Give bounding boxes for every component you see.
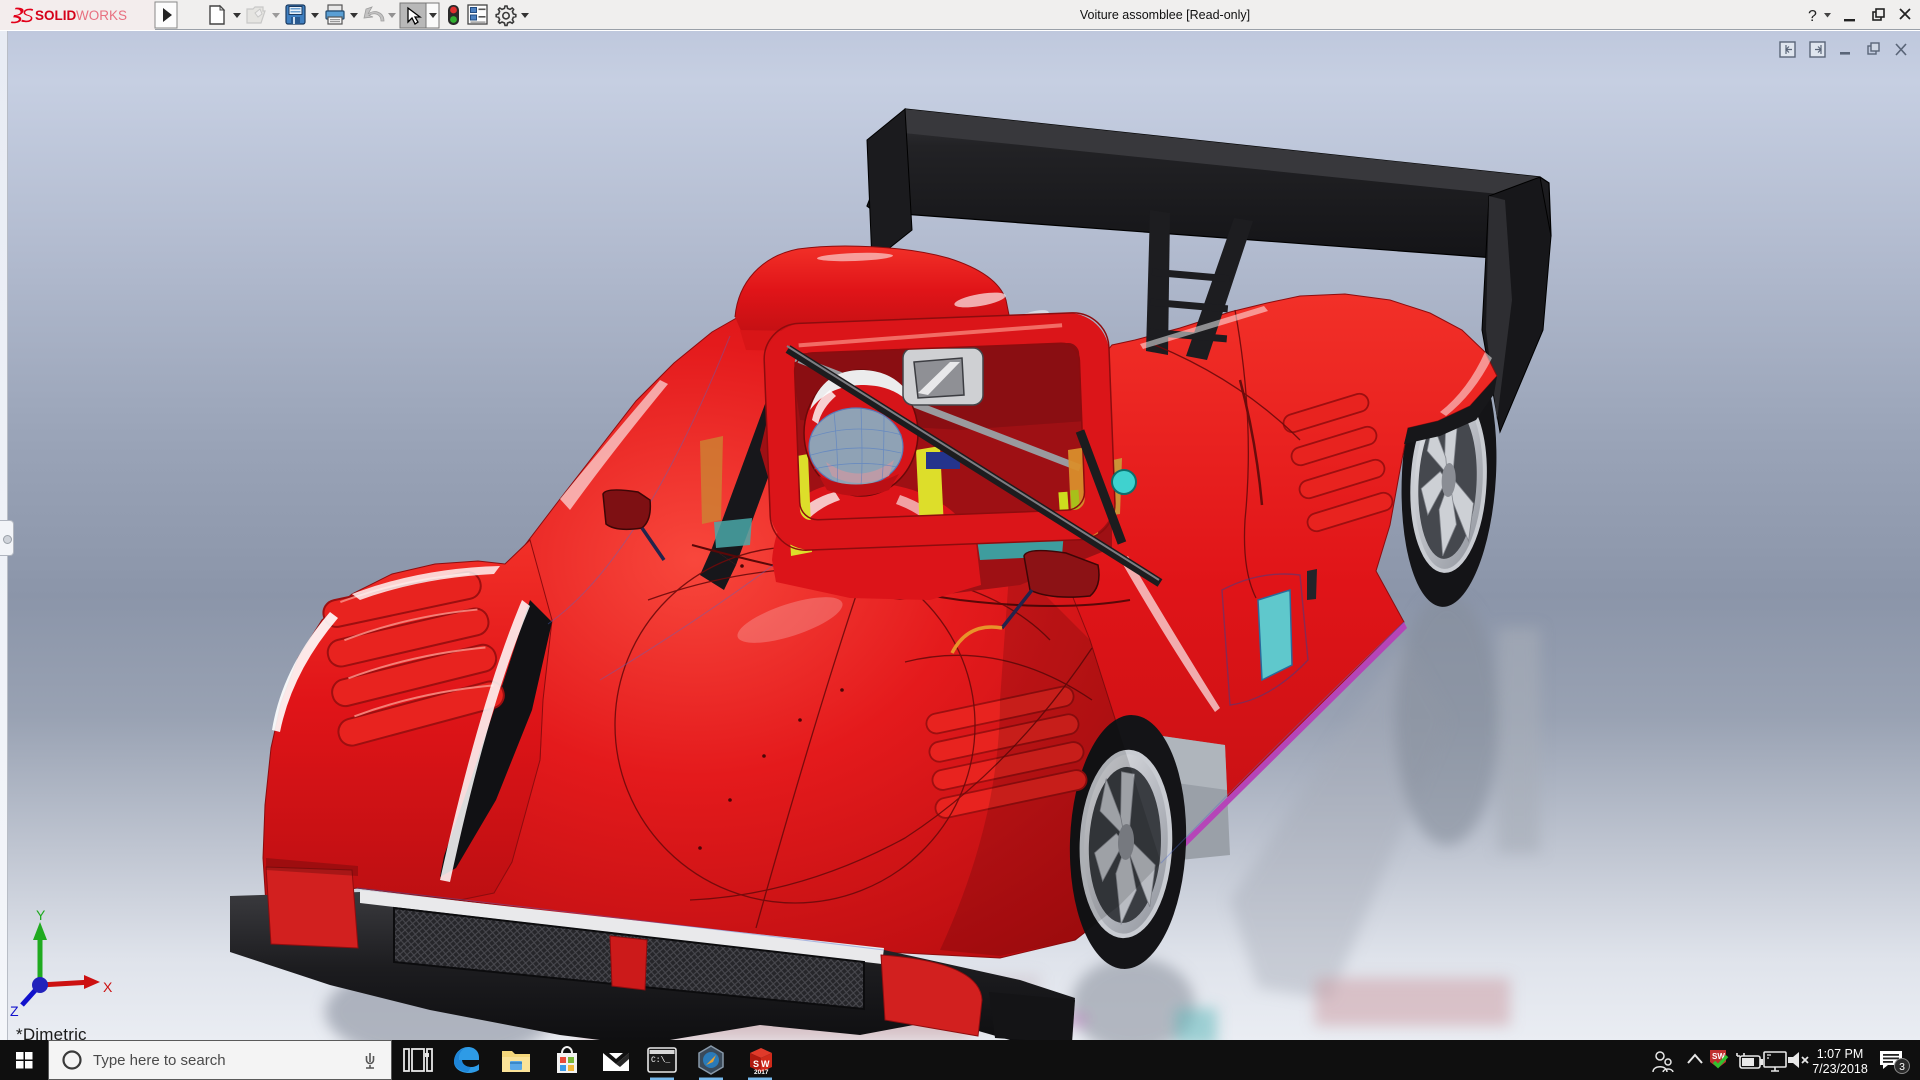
svg-text:WORKS: WORKS [76,8,127,23]
svg-text:SOLID: SOLID [35,8,77,23]
svg-text:X: X [103,979,113,995]
svg-text:Y: Y [36,907,46,923]
svg-text:Z: Z [10,1003,19,1019]
svg-text:?: ? [1808,8,1817,25]
